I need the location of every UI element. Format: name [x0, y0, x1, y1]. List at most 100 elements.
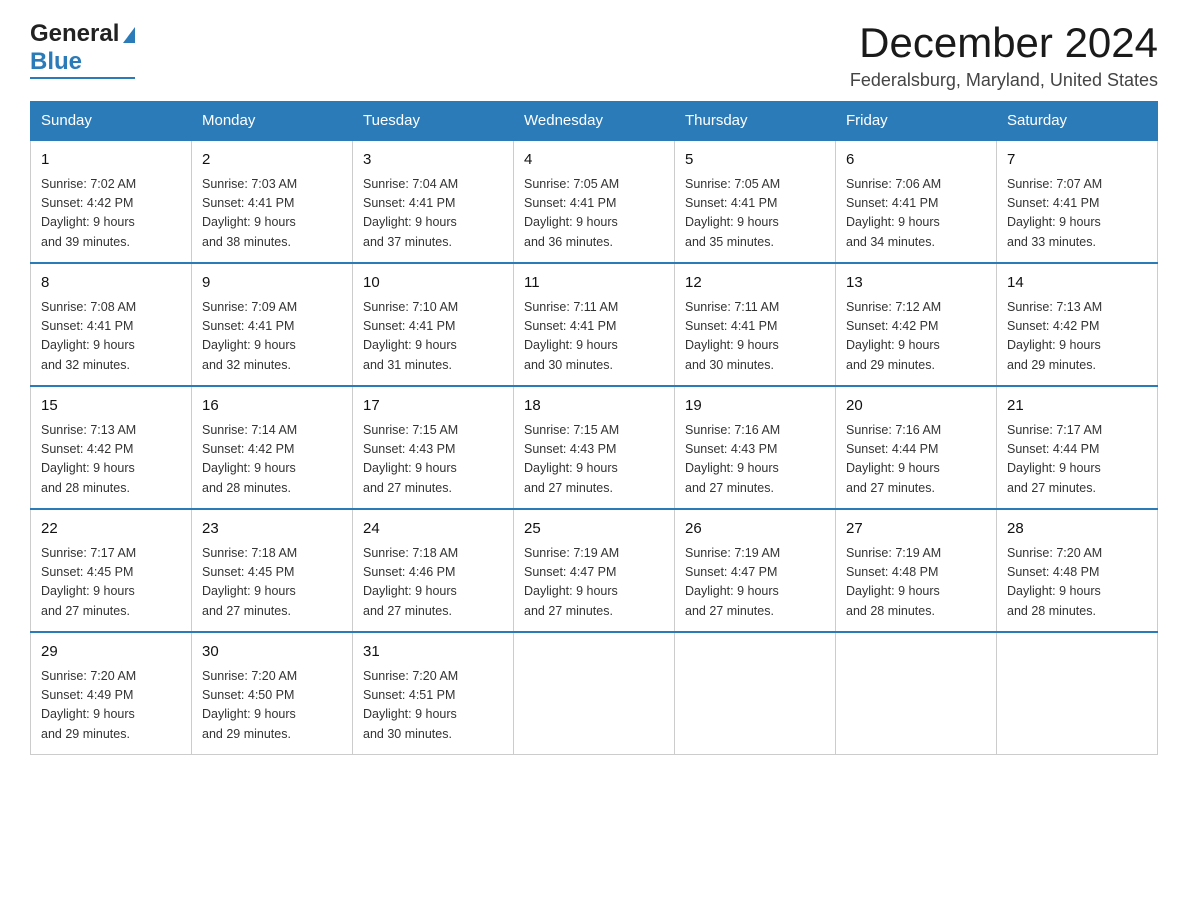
logo: General Blue — [30, 20, 135, 79]
calendar-cell — [836, 632, 997, 755]
calendar-cell: 19 Sunrise: 7:16 AMSunset: 4:43 PMDayligh… — [675, 386, 836, 509]
day-number: 14 — [1007, 272, 1147, 295]
day-info: Sunrise: 7:20 AMSunset: 4:48 PMDaylight:… — [1007, 544, 1147, 622]
logo-general-text: General — [30, 20, 119, 48]
day-header-friday: Friday — [836, 102, 997, 141]
day-number: 24 — [363, 518, 503, 541]
day-info: Sunrise: 7:15 AMSunset: 4:43 PMDaylight:… — [363, 421, 503, 499]
day-number: 22 — [41, 518, 181, 541]
day-number: 4 — [524, 149, 664, 172]
day-info: Sunrise: 7:11 AMSunset: 4:41 PMDaylight:… — [524, 298, 664, 376]
day-number: 27 — [846, 518, 986, 541]
day-info: Sunrise: 7:05 AMSunset: 4:41 PMDaylight:… — [685, 175, 825, 253]
day-info: Sunrise: 7:16 AMSunset: 4:44 PMDaylight:… — [846, 421, 986, 499]
calendar-cell: 28 Sunrise: 7:20 AMSunset: 4:48 PMDayligh… — [997, 509, 1158, 632]
day-info: Sunrise: 7:10 AMSunset: 4:41 PMDaylight:… — [363, 298, 503, 376]
calendar-cell: 17Sunrise: 7:15 AMSunset: 4:43 PMDayligh… — [353, 386, 514, 509]
calendar-week-row: 8 Sunrise: 7:08 AMSunset: 4:41 PMDaylight… — [31, 263, 1158, 386]
day-info: Sunrise: 7:13 AMSunset: 4:42 PMDaylight:… — [1007, 298, 1147, 376]
calendar-cell: 21 Sunrise: 7:17 AMSunset: 4:44 PMDayligh… — [997, 386, 1158, 509]
day-number: 21 — [1007, 395, 1147, 418]
calendar-cell: 13Sunrise: 7:12 AMSunset: 4:42 PMDayligh… — [836, 263, 997, 386]
day-number: 15 — [41, 395, 181, 418]
day-number: 7 — [1007, 149, 1147, 172]
day-info: Sunrise: 7:19 AMSunset: 4:47 PMDaylight:… — [524, 544, 664, 622]
day-number: 8 — [41, 272, 181, 295]
day-number: 23 — [202, 518, 342, 541]
calendar-cell — [997, 632, 1158, 755]
calendar-cell: 26Sunrise: 7:19 AMSunset: 4:47 PMDayligh… — [675, 509, 836, 632]
logo-blue-text: Blue — [30, 48, 82, 76]
day-info: Sunrise: 7:18 AMSunset: 4:45 PMDaylight:… — [202, 544, 342, 622]
calendar-cell — [514, 632, 675, 755]
day-number: 18 — [524, 395, 664, 418]
day-number: 25 — [524, 518, 664, 541]
day-number: 16 — [202, 395, 342, 418]
day-info: Sunrise: 7:20 AMSunset: 4:50 PMDaylight:… — [202, 667, 342, 745]
day-info: Sunrise: 7:14 AMSunset: 4:42 PMDaylight:… — [202, 421, 342, 499]
day-info: Sunrise: 7:20 AMSunset: 4:49 PMDaylight:… — [41, 667, 181, 745]
day-info: Sunrise: 7:05 AMSunset: 4:41 PMDaylight:… — [524, 175, 664, 253]
calendar-cell: 7 Sunrise: 7:07 AMSunset: 4:41 PMDaylight… — [997, 140, 1158, 263]
calendar-cell: 27 Sunrise: 7:19 AMSunset: 4:48 PMDayligh… — [836, 509, 997, 632]
calendar-cell: 8 Sunrise: 7:08 AMSunset: 4:41 PMDaylight… — [31, 263, 192, 386]
day-header-monday: Monday — [192, 102, 353, 141]
calendar-cell: 23 Sunrise: 7:18 AMSunset: 4:45 PMDayligh… — [192, 509, 353, 632]
calendar-week-row: 1 Sunrise: 7:02 AMSunset: 4:42 PMDaylight… — [31, 140, 1158, 263]
calendar-cell: 16 Sunrise: 7:14 AMSunset: 4:42 PMDayligh… — [192, 386, 353, 509]
calendar-cell: 10 Sunrise: 7:10 AMSunset: 4:41 PMDayligh… — [353, 263, 514, 386]
day-header-sunday: Sunday — [31, 102, 192, 141]
day-number: 20 — [846, 395, 986, 418]
day-number: 10 — [363, 272, 503, 295]
calendar-cell: 3 Sunrise: 7:04 AMSunset: 4:41 PMDaylight… — [353, 140, 514, 263]
calendar-cell: 12 Sunrise: 7:11 AMSunset: 4:41 PMDayligh… — [675, 263, 836, 386]
calendar-cell: 15 Sunrise: 7:13 AMSunset: 4:42 PMDayligh… — [31, 386, 192, 509]
calendar-cell: 9Sunrise: 7:09 AMSunset: 4:41 PMDaylight… — [192, 263, 353, 386]
day-number: 12 — [685, 272, 825, 295]
day-info: Sunrise: 7:17 AMSunset: 4:44 PMDaylight:… — [1007, 421, 1147, 499]
day-info: Sunrise: 7:13 AMSunset: 4:42 PMDaylight:… — [41, 421, 181, 499]
day-info: Sunrise: 7:06 AMSunset: 4:41 PMDaylight:… — [846, 175, 986, 253]
day-info: Sunrise: 7:15 AMSunset: 4:43 PMDaylight:… — [524, 421, 664, 499]
day-info: Sunrise: 7:04 AMSunset: 4:41 PMDaylight:… — [363, 175, 503, 253]
calendar-cell: 30 Sunrise: 7:20 AMSunset: 4:50 PMDayligh… — [192, 632, 353, 755]
day-number: 28 — [1007, 518, 1147, 541]
day-number: 11 — [524, 272, 664, 295]
day-number: 30 — [202, 641, 342, 664]
day-number: 9 — [202, 272, 342, 295]
day-info: Sunrise: 7:20 AMSunset: 4:51 PMDaylight:… — [363, 667, 503, 745]
calendar-cell — [675, 632, 836, 755]
day-info: Sunrise: 7:07 AMSunset: 4:41 PMDaylight:… — [1007, 175, 1147, 253]
day-header-thursday: Thursday — [675, 102, 836, 141]
calendar-header-row: SundayMondayTuesdayWednesdayThursdayFrid… — [31, 102, 1158, 141]
calendar-week-row: 22 Sunrise: 7:17 AMSunset: 4:45 PMDayligh… — [31, 509, 1158, 632]
day-info: Sunrise: 7:12 AMSunset: 4:42 PMDaylight:… — [846, 298, 986, 376]
day-number: 6 — [846, 149, 986, 172]
calendar-cell: 2Sunrise: 7:03 AMSunset: 4:41 PMDaylight… — [192, 140, 353, 263]
day-info: Sunrise: 7:17 AMSunset: 4:45 PMDaylight:… — [41, 544, 181, 622]
day-number: 2 — [202, 149, 342, 172]
subtitle: Federalsburg, Maryland, United States — [850, 70, 1158, 91]
day-info: Sunrise: 7:08 AMSunset: 4:41 PMDaylight:… — [41, 298, 181, 376]
logo-underline — [30, 77, 135, 79]
day-number: 5 — [685, 149, 825, 172]
day-number: 26 — [685, 518, 825, 541]
calendar-cell: 5 Sunrise: 7:05 AMSunset: 4:41 PMDaylight… — [675, 140, 836, 263]
day-info: Sunrise: 7:18 AMSunset: 4:46 PMDaylight:… — [363, 544, 503, 622]
day-header-saturday: Saturday — [997, 102, 1158, 141]
calendar-cell: 20 Sunrise: 7:16 AMSunset: 4:44 PMDayligh… — [836, 386, 997, 509]
calendar-cell: 31 Sunrise: 7:20 AMSunset: 4:51 PMDayligh… — [353, 632, 514, 755]
day-info: Sunrise: 7:02 AMSunset: 4:42 PMDaylight:… — [41, 175, 181, 253]
title-block: December 2024 Federalsburg, Maryland, Un… — [850, 20, 1158, 91]
day-number: 1 — [41, 149, 181, 172]
day-number: 3 — [363, 149, 503, 172]
day-info: Sunrise: 7:11 AMSunset: 4:41 PMDaylight:… — [685, 298, 825, 376]
day-number: 19 — [685, 395, 825, 418]
calendar-table: SundayMondayTuesdayWednesdayThursdayFrid… — [30, 101, 1158, 755]
day-info: Sunrise: 7:19 AMSunset: 4:48 PMDaylight:… — [846, 544, 986, 622]
calendar-cell: 14 Sunrise: 7:13 AMSunset: 4:42 PMDayligh… — [997, 263, 1158, 386]
calendar-cell: 4 Sunrise: 7:05 AMSunset: 4:41 PMDaylight… — [514, 140, 675, 263]
calendar-cell: 29Sunrise: 7:20 AMSunset: 4:49 PMDayligh… — [31, 632, 192, 755]
day-number: 31 — [363, 641, 503, 664]
day-info: Sunrise: 7:16 AMSunset: 4:43 PMDaylight:… — [685, 421, 825, 499]
